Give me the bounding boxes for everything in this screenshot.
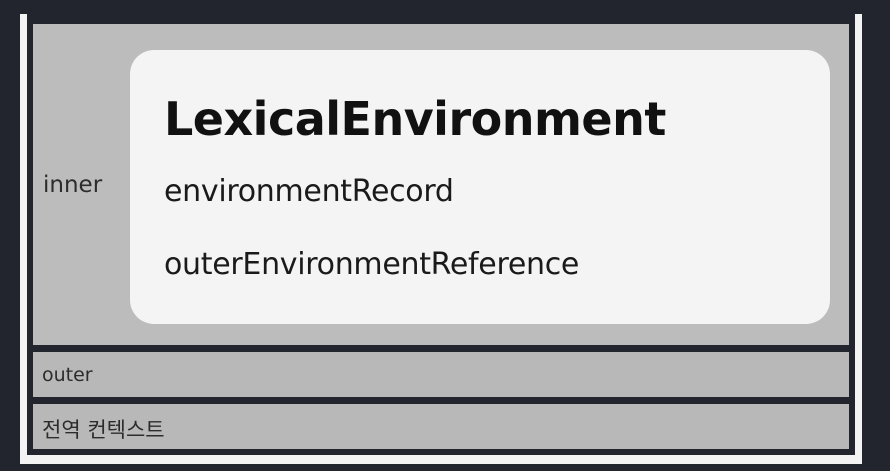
inner-context-label: inner <box>43 172 103 198</box>
stack-frame-right-border <box>855 14 862 464</box>
outer-environment-reference-field: outerEnvironmentReference <box>164 247 580 282</box>
global-execution-context: 전역 컨텍스트 <box>33 404 849 449</box>
inner-execution-context: inner LexicalEnvironment environmentReco… <box>33 24 849 345</box>
global-context-label: 전역 컨텍스트 <box>42 418 165 442</box>
stack-frame-left-border <box>20 14 27 464</box>
environment-record-field: environmentRecord <box>164 174 454 209</box>
outer-execution-context: outer <box>33 352 849 397</box>
lexical-environment-card: LexicalEnvironment environmentRecord out… <box>130 50 830 324</box>
stack-frame-bottom-border <box>20 455 862 464</box>
outer-context-label: outer <box>42 364 93 386</box>
lexical-environment-title: LexicalEnvironment <box>164 92 666 146</box>
